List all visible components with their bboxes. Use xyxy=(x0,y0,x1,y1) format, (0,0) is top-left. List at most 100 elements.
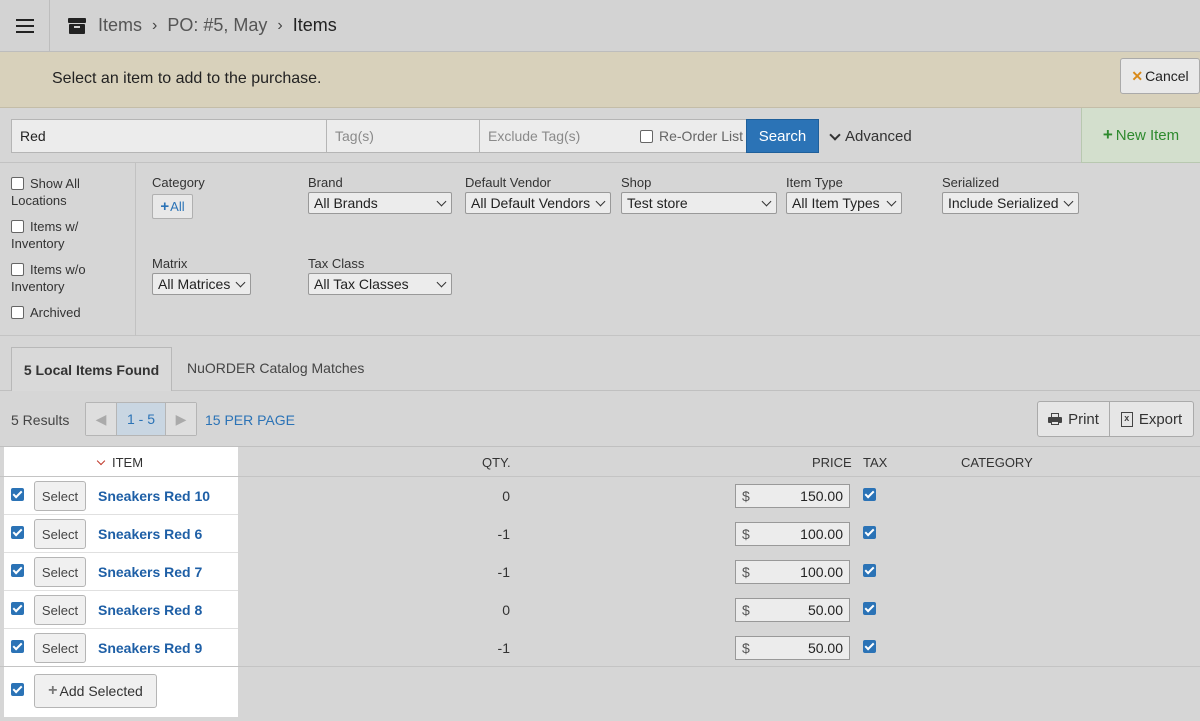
row-checkbox[interactable] xyxy=(11,526,24,539)
item-link[interactable]: Sneakers Red 7 xyxy=(98,564,202,580)
checkbox[interactable] xyxy=(11,220,24,233)
tax-class-value: All Tax Classes xyxy=(314,276,409,292)
tax-class-select[interactable]: All Tax Classes xyxy=(308,273,452,295)
chevron-down-icon xyxy=(436,196,447,207)
price-input[interactable]: $150.00 xyxy=(735,484,850,508)
price-value: 50.00 xyxy=(807,602,843,618)
brand-select[interactable]: All Brands xyxy=(308,192,452,214)
row-checkbox[interactable] xyxy=(11,564,24,577)
plus-icon: + xyxy=(160,198,170,215)
item-type-label: Item Type xyxy=(786,175,843,190)
print-button[interactable]: Print xyxy=(1037,401,1110,437)
matrix-label: Matrix xyxy=(152,256,188,271)
column-header-tax[interactable]: TAX xyxy=(863,455,887,470)
tab-local-items[interactable]: 5 Local Items Found xyxy=(11,347,172,392)
menu-button[interactable] xyxy=(0,0,50,51)
reorder-list-checkbox[interactable]: Re-Order List xyxy=(633,119,747,153)
shop-label: Shop xyxy=(621,175,652,190)
qty-value: -1 xyxy=(497,640,510,656)
breadcrumb-po[interactable]: PO: #5, May xyxy=(167,15,267,36)
page-range[interactable]: 1 - 5 xyxy=(116,403,166,435)
column-header-price[interactable]: PRICE xyxy=(812,455,852,470)
item-type-select[interactable]: All Item Types xyxy=(786,192,902,214)
select-all-checkbox[interactable] xyxy=(11,683,24,696)
archived-option[interactable]: Archived xyxy=(11,304,131,321)
row-checkbox[interactable] xyxy=(11,488,24,501)
prev-page-button[interactable]: ◀ xyxy=(86,403,116,435)
add-selected-button[interactable]: + Add Selected xyxy=(34,674,157,708)
items-with-inventory-option[interactable]: Items w/ Inventory xyxy=(11,218,131,252)
exclude-tags-input[interactable]: Exclude Tag(s) xyxy=(479,119,634,153)
option-label: Archived xyxy=(30,305,81,320)
header-divider xyxy=(0,476,1200,477)
filters-panel: Show All Locations Items w/ Inventory It… xyxy=(0,163,1200,336)
category-label: Category xyxy=(152,175,205,190)
price-input[interactable]: $100.00 xyxy=(735,522,850,546)
next-page-button[interactable]: ▶ xyxy=(166,403,196,435)
select-button[interactable]: Select xyxy=(34,633,86,663)
currency-symbol: $ xyxy=(742,488,750,504)
select-button[interactable]: Select xyxy=(34,519,86,549)
price-value: 100.00 xyxy=(800,564,843,580)
vendor-label: Default Vendor xyxy=(465,175,552,190)
tags-input[interactable]: Tag(s) xyxy=(326,119,480,153)
tax-checkbox[interactable] xyxy=(863,526,876,539)
tax-checkbox[interactable] xyxy=(863,488,876,501)
column-header-qty[interactable]: QTY. xyxy=(482,455,511,470)
search-bar: Red Tag(s) Exclude Tag(s) Re-Order List … xyxy=(0,108,1200,163)
print-label: Print xyxy=(1068,410,1099,428)
price-input[interactable]: $100.00 xyxy=(735,560,850,584)
row-checkbox[interactable] xyxy=(11,640,24,653)
breadcrumb-items[interactable]: Items xyxy=(98,15,142,36)
item-link[interactable]: Sneakers Red 6 xyxy=(98,526,202,542)
item-link[interactable]: Sneakers Red 8 xyxy=(98,602,202,618)
vendor-select[interactable]: All Default Vendors xyxy=(465,192,611,214)
new-item-label: New Item xyxy=(1115,126,1180,144)
checkbox[interactable] xyxy=(11,177,24,190)
tax-checkbox[interactable] xyxy=(863,602,876,615)
plus-icon: + xyxy=(48,682,58,699)
checkbox[interactable] xyxy=(11,306,24,319)
items-without-inventory-option[interactable]: Items w/o Inventory xyxy=(11,261,131,295)
item-link[interactable]: Sneakers Red 10 xyxy=(98,488,210,504)
tab-nuorder-catalog[interactable]: NuORDER Catalog Matches xyxy=(187,360,364,376)
cancel-label: Cancel xyxy=(1145,68,1189,84)
column-header-item[interactable]: ITEM xyxy=(96,455,143,470)
category-all-button[interactable]: + All xyxy=(152,194,193,219)
chevron-down-icon xyxy=(235,277,246,288)
checkbox[interactable] xyxy=(640,129,653,143)
price-input[interactable]: $50.00 xyxy=(735,598,850,622)
tax-checkbox[interactable] xyxy=(863,564,876,577)
serialized-select[interactable]: Include Serialized xyxy=(942,192,1079,214)
checkbox[interactable] xyxy=(11,263,24,276)
new-item-button[interactable]: + New Item xyxy=(1081,108,1200,163)
shop-select[interactable]: Test store xyxy=(621,192,777,214)
select-button[interactable]: Select xyxy=(34,595,86,625)
search-button[interactable]: Search xyxy=(746,119,819,153)
advanced-label: Advanced xyxy=(845,128,912,145)
row-divider xyxy=(4,552,238,553)
item-type-value: All Item Types xyxy=(792,195,880,211)
advanced-toggle[interactable]: Advanced xyxy=(829,128,912,145)
matrix-select[interactable]: All Matrices xyxy=(152,273,251,295)
search-input[interactable]: Red xyxy=(11,119,327,153)
row-divider xyxy=(4,514,238,515)
select-button[interactable]: Select xyxy=(34,557,86,587)
price-input[interactable]: $50.00 xyxy=(735,636,850,660)
item-link[interactable]: Sneakers Red 9 xyxy=(98,640,202,656)
tax-checkbox[interactable] xyxy=(863,640,876,653)
plus-icon: + xyxy=(1102,125,1113,144)
chevron-down-icon xyxy=(595,196,606,207)
select-button[interactable]: Select xyxy=(34,481,86,511)
archive-icon xyxy=(68,17,86,34)
cancel-button[interactable]: ✕ Cancel xyxy=(1120,58,1200,94)
column-header-category[interactable]: CATEGORY xyxy=(961,455,1033,470)
currency-symbol: $ xyxy=(742,526,750,542)
export-button[interactable]: x Export xyxy=(1109,401,1194,437)
per-page-selector[interactable]: 15 PER PAGE xyxy=(205,412,295,428)
row-checkbox[interactable] xyxy=(11,602,24,615)
results-toolbar: 5 Results ◀ 1 - 5 ▶ 15 PER PAGE Print x … xyxy=(0,391,1200,447)
qty-value: -1 xyxy=(497,564,510,580)
matrix-value: All Matrices xyxy=(158,276,231,292)
show-all-locations-option[interactable]: Show All Locations xyxy=(11,175,131,209)
